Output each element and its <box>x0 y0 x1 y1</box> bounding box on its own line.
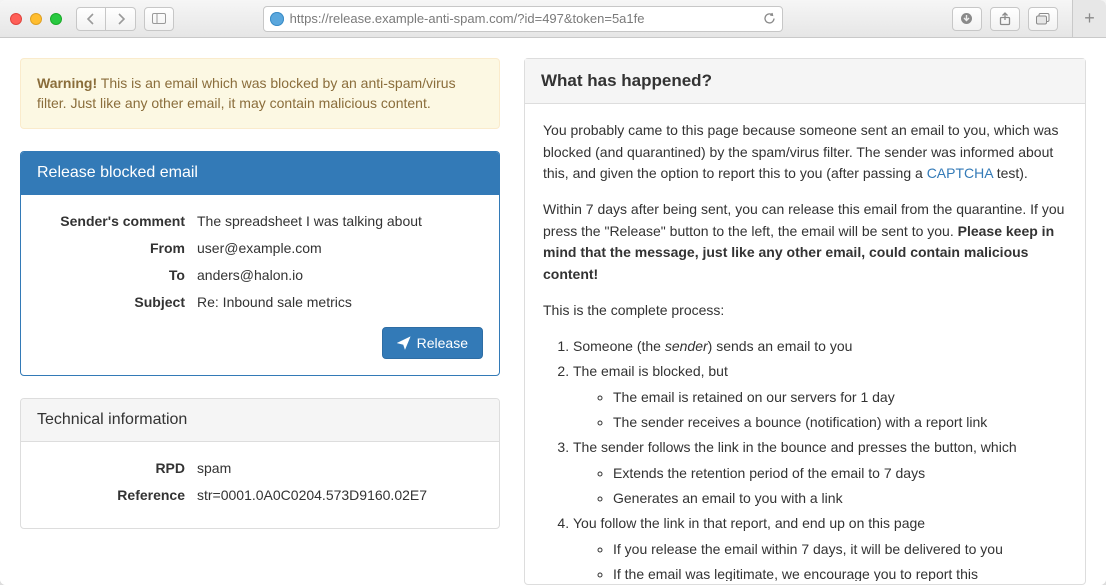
downloads-button[interactable] <box>952 7 982 31</box>
sidebar-toggle-button[interactable] <box>144 7 174 31</box>
reload-icon <box>763 12 776 25</box>
url-text: https://release.example-anti-spam.com/?i… <box>290 11 645 26</box>
warning-alert: Warning! This is an email which was bloc… <box>20 58 500 129</box>
back-button[interactable] <box>76 7 106 31</box>
minimize-window-icon[interactable] <box>30 13 42 25</box>
reference-value: str=0001.0A0C0204.573D9160.02E7 <box>197 485 483 506</box>
forward-button[interactable] <box>106 7 136 31</box>
from-value: user@example.com <box>197 238 483 259</box>
reload-button[interactable] <box>763 12 776 25</box>
info-panel-title: What has happened? <box>525 59 1085 104</box>
warning-label: Warning! <box>37 75 97 91</box>
warning-text: This is an email which was blocked by an… <box>37 75 456 111</box>
address-bar[interactable]: https://release.example-anti-spam.com/?i… <box>263 6 783 32</box>
paper-plane-icon <box>397 336 411 350</box>
sidebar-icon <box>152 13 166 24</box>
fullscreen-window-icon[interactable] <box>50 13 62 25</box>
share-button[interactable] <box>990 7 1020 31</box>
info-panel: What has happened? You probably came to … <box>524 58 1086 585</box>
process-step-3b: Generates an email to you with a link <box>613 488 1067 510</box>
release-panel-title: Release blocked email <box>21 152 499 195</box>
info-panel-body: You probably came to this page because s… <box>525 104 1085 581</box>
process-step-3: The sender follows the link in the bounc… <box>573 437 1067 509</box>
tabs-button[interactable] <box>1028 7 1058 31</box>
download-icon <box>960 12 973 25</box>
process-step-2b: The sender receives a bounce (notificati… <box>613 412 1067 434</box>
process-step-2: The email is blocked, but The email is r… <box>573 361 1067 433</box>
process-step-2a: The email is retained on our servers for… <box>613 387 1067 409</box>
tabs-icon <box>1036 13 1050 25</box>
info-p3: This is the complete process: <box>543 300 1067 322</box>
site-identity-icon <box>270 12 284 26</box>
release-button-label: Release <box>417 335 468 351</box>
browser-toolbar: https://release.example-anti-spam.com/?i… <box>0 0 1106 38</box>
chevron-right-icon <box>116 13 126 25</box>
share-icon <box>999 12 1011 26</box>
process-step-1: Someone (the sender) sends an email to y… <box>573 336 1067 358</box>
technical-panel-title: Technical information <box>21 399 499 442</box>
sender-comment-label: Sender's comment <box>37 211 197 232</box>
info-p1b: test). <box>993 165 1028 181</box>
rpd-value: spam <box>197 458 483 479</box>
process-list: Someone (the sender) sends an email to y… <box>543 336 1067 582</box>
chevron-left-icon <box>86 13 96 25</box>
window-controls <box>10 13 62 25</box>
release-button[interactable]: Release <box>382 327 483 359</box>
to-label: To <box>37 265 197 286</box>
subject-value: Re: Inbound sale metrics <box>197 292 483 313</box>
nav-back-forward <box>76 7 136 31</box>
new-tab-button[interactable]: + <box>1072 0 1106 37</box>
release-panel: Release blocked email Sender's comment T… <box>20 151 500 376</box>
process-step-4: You follow the link in that report, and … <box>573 513 1067 581</box>
captcha-link[interactable]: CAPTCHA <box>927 165 993 181</box>
process-step-4b: If the email was legitimate, we encourag… <box>613 564 1067 581</box>
from-label: From <box>37 238 197 259</box>
toolbar-right <box>952 7 1058 31</box>
close-window-icon[interactable] <box>10 13 22 25</box>
to-value: anders@halon.io <box>197 265 483 286</box>
browser-window: https://release.example-anti-spam.com/?i… <box>0 0 1106 585</box>
subject-label: Subject <box>37 292 197 313</box>
rpd-label: RPD <box>37 458 197 479</box>
reference-label: Reference <box>37 485 197 506</box>
sender-comment-value: The spreadsheet I was talking about <box>197 211 483 232</box>
technical-panel: Technical information RPD spam Reference… <box>20 398 500 529</box>
plus-icon: + <box>1084 8 1095 29</box>
process-step-3a: Extends the retention period of the emai… <box>613 463 1067 485</box>
process-step-4a: If you release the email within 7 days, … <box>613 539 1067 561</box>
page-viewport: Warning! This is an email which was bloc… <box>0 38 1106 585</box>
